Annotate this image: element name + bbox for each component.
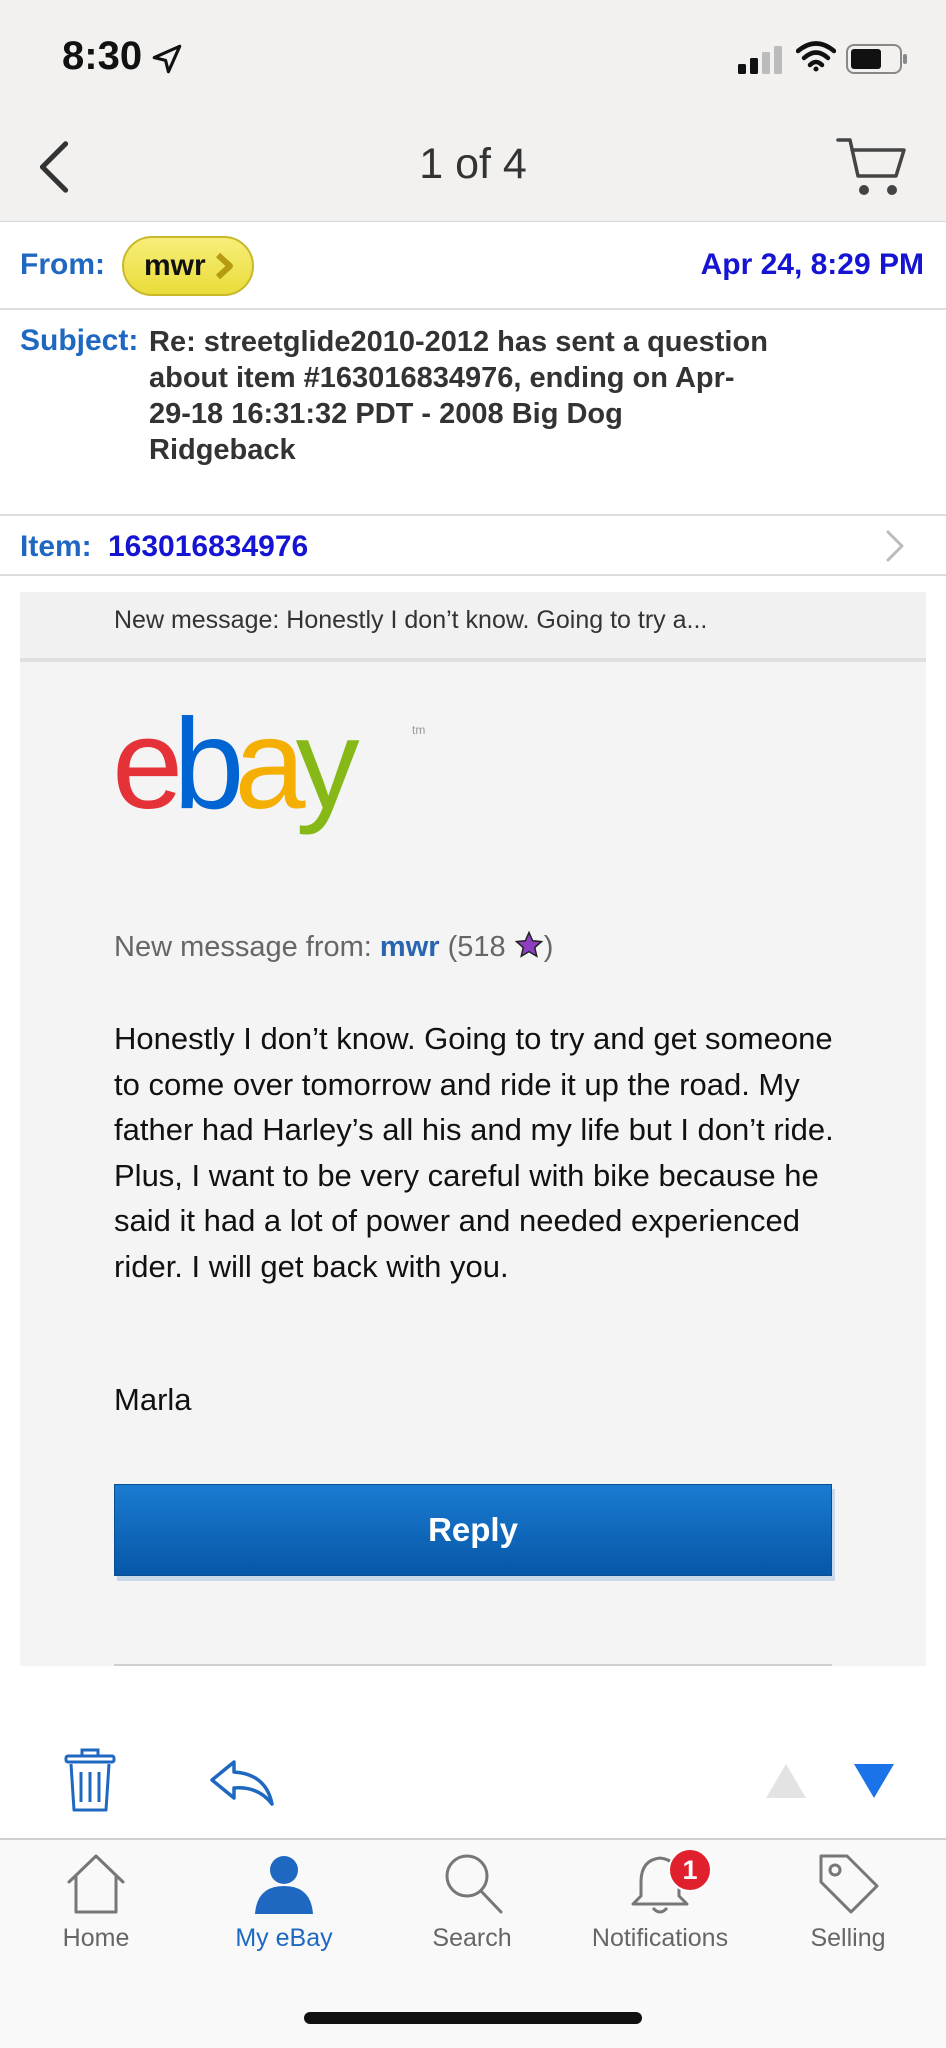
message-body: Honestly I don’t know. Going to try and … bbox=[114, 1021, 834, 1284]
sender-chip[interactable]: mwr bbox=[122, 236, 254, 296]
tab-home[interactable]: Home bbox=[6, 1848, 186, 1953]
svg-text:ebay: ebay bbox=[112, 700, 360, 836]
tab-my-ebay[interactable]: My eBay bbox=[194, 1848, 374, 1953]
tab-selling-label: Selling bbox=[810, 1924, 886, 1952]
home-icon bbox=[67, 1854, 125, 1914]
feedback-close: ) bbox=[543, 931, 554, 963]
previous-message-arrow-icon[interactable] bbox=[764, 1762, 808, 1800]
tab-search-label: Search bbox=[432, 1924, 512, 1952]
divider bbox=[0, 514, 946, 516]
feedback-score: (518 bbox=[439, 931, 514, 963]
message-date: Apr 24, 8:29 PM bbox=[700, 248, 924, 281]
message-pager: 1 of 4 bbox=[419, 140, 527, 188]
from-prefix: New message from: bbox=[114, 931, 380, 963]
tab-notifications-label: Notifications bbox=[591, 1924, 729, 1952]
subject-text: Re: streetglide2010-2012 has sent a ques… bbox=[149, 326, 768, 466]
status-time: 8:30 bbox=[62, 34, 143, 78]
next-message-arrow-icon[interactable] bbox=[852, 1762, 896, 1800]
wifi-icon bbox=[796, 41, 836, 72]
tab-selling[interactable]: Selling bbox=[758, 1848, 938, 1953]
tab-home-label: Home bbox=[62, 1924, 130, 1952]
message-preview: New message: Honestly I don’t know. Goin… bbox=[114, 606, 708, 634]
star-icon bbox=[514, 930, 544, 958]
ebay-logo: ebay tm bbox=[112, 700, 425, 836]
home-indicator bbox=[304, 2012, 642, 2024]
from-label: From: bbox=[20, 248, 105, 281]
notification-badge: 1 bbox=[668, 1848, 712, 1892]
person-icon bbox=[255, 1856, 313, 1914]
search-icon bbox=[445, 1854, 503, 1914]
chevron-right-icon[interactable] bbox=[880, 526, 910, 566]
sender-line: New message from: mwr (518 ) bbox=[114, 930, 553, 964]
sender-link[interactable]: mwr bbox=[380, 931, 440, 963]
item-label: Item: bbox=[20, 530, 92, 563]
tab-notifications[interactable]: Notifications bbox=[570, 1848, 750, 1953]
tab-search[interactable]: Search bbox=[382, 1848, 562, 1953]
cart-icon[interactable] bbox=[836, 134, 908, 200]
trash-icon[interactable] bbox=[64, 1748, 116, 1814]
tag-icon bbox=[819, 1854, 879, 1914]
location-arrow-icon bbox=[152, 44, 182, 74]
divider bbox=[0, 574, 946, 576]
reply-arrow-icon[interactable] bbox=[208, 1758, 276, 1808]
cellular-signal-icon bbox=[738, 46, 782, 74]
tab-my-ebay-label: My eBay bbox=[235, 1924, 333, 1952]
sender-name: mwr bbox=[144, 249, 206, 282]
svg-text:tm: tm bbox=[412, 723, 425, 737]
message-signature: Marla bbox=[114, 1382, 192, 1417]
item-number-link[interactable]: 163016834976 bbox=[108, 530, 308, 564]
divider bbox=[114, 1664, 832, 1666]
battery-icon bbox=[846, 44, 907, 74]
reply-button[interactable]: Reply bbox=[114, 1484, 832, 1576]
chevron-right-icon bbox=[215, 252, 233, 280]
subject-label: Subject: bbox=[20, 324, 139, 357]
divider bbox=[0, 308, 946, 310]
